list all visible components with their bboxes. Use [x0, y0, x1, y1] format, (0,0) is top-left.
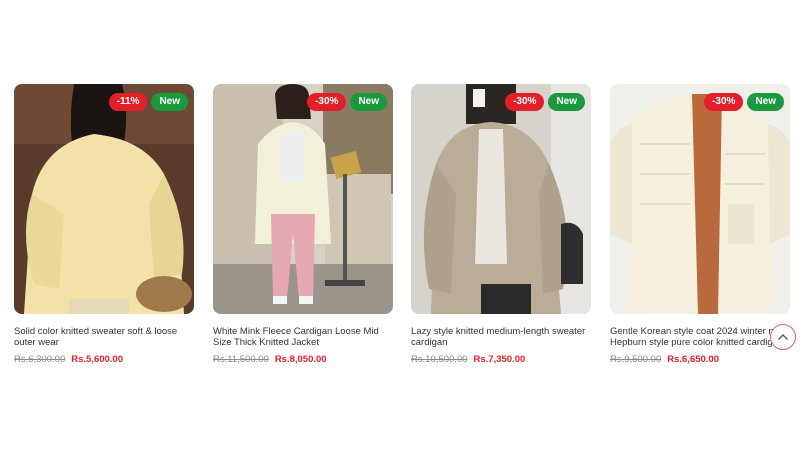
old-price: Rs.9,500.00	[610, 354, 662, 365]
price-row: Rs.10,500.00 Rs.7,350.00	[411, 354, 591, 365]
price-row: Rs.9,500.00 Rs.6,650.00	[610, 354, 790, 365]
white-cardigan-photo	[213, 84, 393, 314]
discount-badge: -30%	[505, 93, 545, 111]
new-badge: New	[747, 93, 784, 111]
knitted-coat-photo	[610, 84, 790, 314]
chevron-up-icon	[778, 334, 788, 340]
product-title[interactable]: Lazy style knitted medium-length sweater…	[411, 326, 591, 348]
old-price: Rs.6,300.00	[14, 354, 66, 365]
sale-price: Rs.6,650.00	[667, 354, 719, 365]
product-image[interactable]: -30% New	[411, 84, 591, 314]
product-grid: -11% New Solid color knitted sweater sof…	[14, 84, 800, 384]
sale-price: Rs.7,350.00	[473, 354, 526, 365]
old-price: Rs.11,500.00	[213, 354, 269, 365]
product-card[interactable]: -11% New Solid color knitted sweater sof…	[14, 84, 194, 365]
discount-badge: -11%	[108, 93, 148, 111]
price-row: Rs.6,300.00 Rs.5,600.00	[14, 354, 194, 365]
product-card[interactable]: -30% New Gentle Korean style coat 2024 w…	[610, 84, 790, 365]
yellow-sweater-photo	[14, 84, 194, 314]
product-card[interactable]: -30% New White Mink Fleece Cardigan Loos…	[213, 84, 393, 365]
product-card[interactable]: -30% New Lazy style knitted medium-lengt…	[411, 84, 591, 365]
old-price: Rs.10,500.00	[411, 354, 468, 365]
new-badge: New	[350, 93, 387, 111]
product-image[interactable]: -30% New	[213, 84, 393, 314]
product-image[interactable]: -30% New	[610, 84, 790, 314]
price-row: Rs.11,500.00 Rs.8,050.00	[213, 354, 393, 365]
product-title[interactable]: White Mink Fleece Cardigan Loose Mid Siz…	[213, 326, 393, 348]
back-to-top-button[interactable]	[770, 324, 796, 350]
product-title[interactable]: Solid color knitted sweater soft & loose…	[14, 326, 194, 348]
new-badge: New	[548, 93, 585, 111]
discount-badge: -30%	[704, 93, 744, 111]
sale-price: Rs.5,600.00	[71, 354, 123, 365]
discount-badge: -30%	[307, 93, 347, 111]
new-badge: New	[151, 93, 188, 111]
beige-cardigan-photo	[411, 84, 591, 314]
sale-price: Rs.8,050.00	[274, 354, 327, 365]
product-image[interactable]: -11% New	[14, 84, 194, 314]
